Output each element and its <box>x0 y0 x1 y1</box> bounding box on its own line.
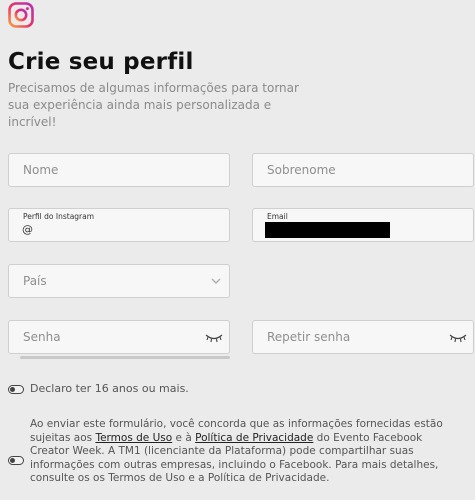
instagram-profile-label: Perfil do Instagram <box>23 212 95 221</box>
eye-closed-icon[interactable] <box>205 332 223 344</box>
country-select[interactable]: País <box>8 264 230 298</box>
age-check-label: Declaro ter 16 anos ou mais. <box>30 382 189 395</box>
repeat-password-placeholder: Repetir senha <box>267 330 351 344</box>
first-name-field[interactable]: Nome <box>8 153 230 187</box>
instagram-profile-value: @ <box>22 223 33 236</box>
password-strength-bar <box>20 356 230 359</box>
page-subtitle: Precisamos de algumas informações para t… <box>8 81 299 129</box>
privacy-policy-link[interactable]: Política de Privacidade <box>195 432 313 444</box>
password-field[interactable]: Senha <box>8 320 230 354</box>
eye-closed-icon[interactable] <box>449 332 467 344</box>
email-redacted-value <box>265 222 390 238</box>
instagram-logo-icon <box>8 2 34 28</box>
email-label: Email <box>267 212 288 221</box>
chevron-down-icon <box>211 278 221 284</box>
terms-toggle[interactable] <box>8 456 24 465</box>
instagram-profile-field[interactable]: Perfil do Instagram @ <box>8 208 230 242</box>
repeat-password-field[interactable]: Repetir senha <box>252 320 474 354</box>
toggle-knob <box>10 457 15 463</box>
first-name-placeholder: Nome <box>23 163 59 177</box>
terms-text: Ao enviar este formulário, você concorda… <box>30 418 460 486</box>
terms-of-use-link[interactable]: Termos de Uso <box>95 432 172 444</box>
age-toggle[interactable] <box>8 385 24 394</box>
page-title: Crie seu perfil <box>8 49 194 75</box>
last-name-placeholder: Sobrenome <box>267 163 336 177</box>
email-field[interactable]: Email <box>252 208 474 242</box>
country-placeholder: País <box>23 274 47 288</box>
last-name-field[interactable]: Sobrenome <box>252 153 474 187</box>
toggle-knob <box>10 386 15 392</box>
profile-page: Crie seu perfil Precisamos de algumas in… <box>0 0 475 500</box>
terms-text-part: e à <box>172 431 196 444</box>
password-placeholder: Senha <box>23 330 61 344</box>
